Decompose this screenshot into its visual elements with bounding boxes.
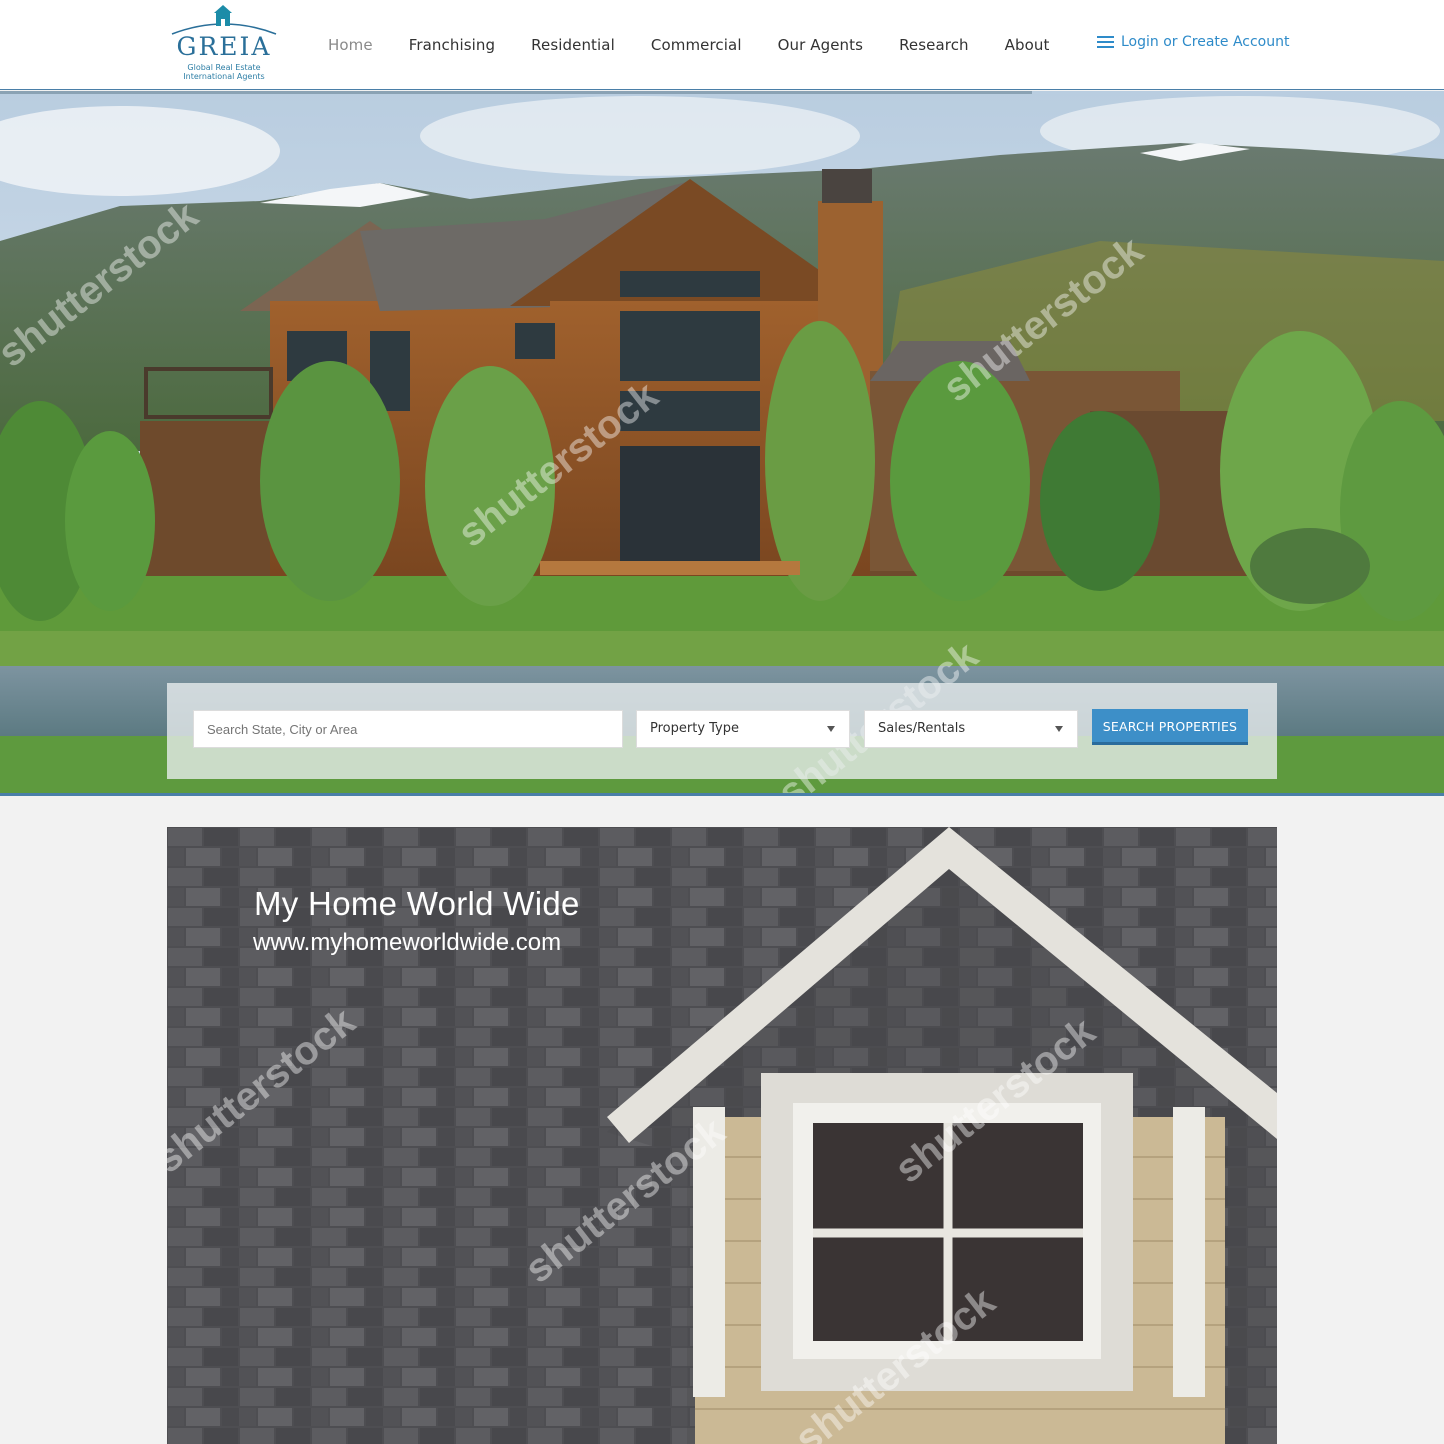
logo-tagline-2: International Agents [183, 72, 265, 81]
banner-url: www.myhomeworldwide.com [253, 929, 562, 956]
hero-slider-progress [0, 91, 1032, 94]
nav-about[interactable]: About [987, 36, 1068, 54]
nav-home[interactable]: Home [310, 36, 391, 54]
chevron-down-icon [827, 726, 835, 732]
nav-franchising[interactable]: Franchising [391, 36, 513, 54]
logo-tagline-1: Global Real Estate [187, 63, 261, 72]
site-header: GREIA Global Real Estate International A… [0, 0, 1444, 90]
login-label: Login or Create Account [1121, 34, 1290, 50]
sales-rentals-label: Sales/Rentals [878, 721, 966, 736]
nav-our-agents[interactable]: Our Agents [760, 36, 881, 54]
hero-section: shutterstock shutterstock shutterstock s… [0, 91, 1444, 796]
banner-title: My Home World Wide [254, 885, 580, 922]
main-nav: Home Franchising Residential Commercial … [310, 0, 1068, 90]
logo-wordmark: GREIA [176, 32, 272, 61]
hamburger-menu-icon [1097, 36, 1114, 48]
location-search-input[interactable] [193, 710, 623, 748]
property-search-panel: Property Type Sales/Rentals SEARCH PROPE… [167, 683, 1277, 779]
property-type-label: Property Type [650, 721, 740, 736]
property-type-select[interactable]: Property Type [636, 710, 850, 748]
chevron-down-icon [1055, 726, 1063, 732]
greia-logo[interactable]: GREIA Global Real Estate International A… [168, 4, 280, 86]
promo-banner[interactable]: My Home World Wide www.myhomeworldwide.c… [167, 827, 1277, 1444]
search-properties-button[interactable]: SEARCH PROPERTIES [1092, 709, 1248, 745]
nav-commercial[interactable]: Commercial [633, 36, 760, 54]
sales-rentals-select[interactable]: Sales/Rentals [864, 710, 1078, 748]
nav-research[interactable]: Research [881, 36, 987, 54]
nav-residential[interactable]: Residential [513, 36, 633, 54]
login-link[interactable]: Login or Create Account [1097, 34, 1290, 50]
